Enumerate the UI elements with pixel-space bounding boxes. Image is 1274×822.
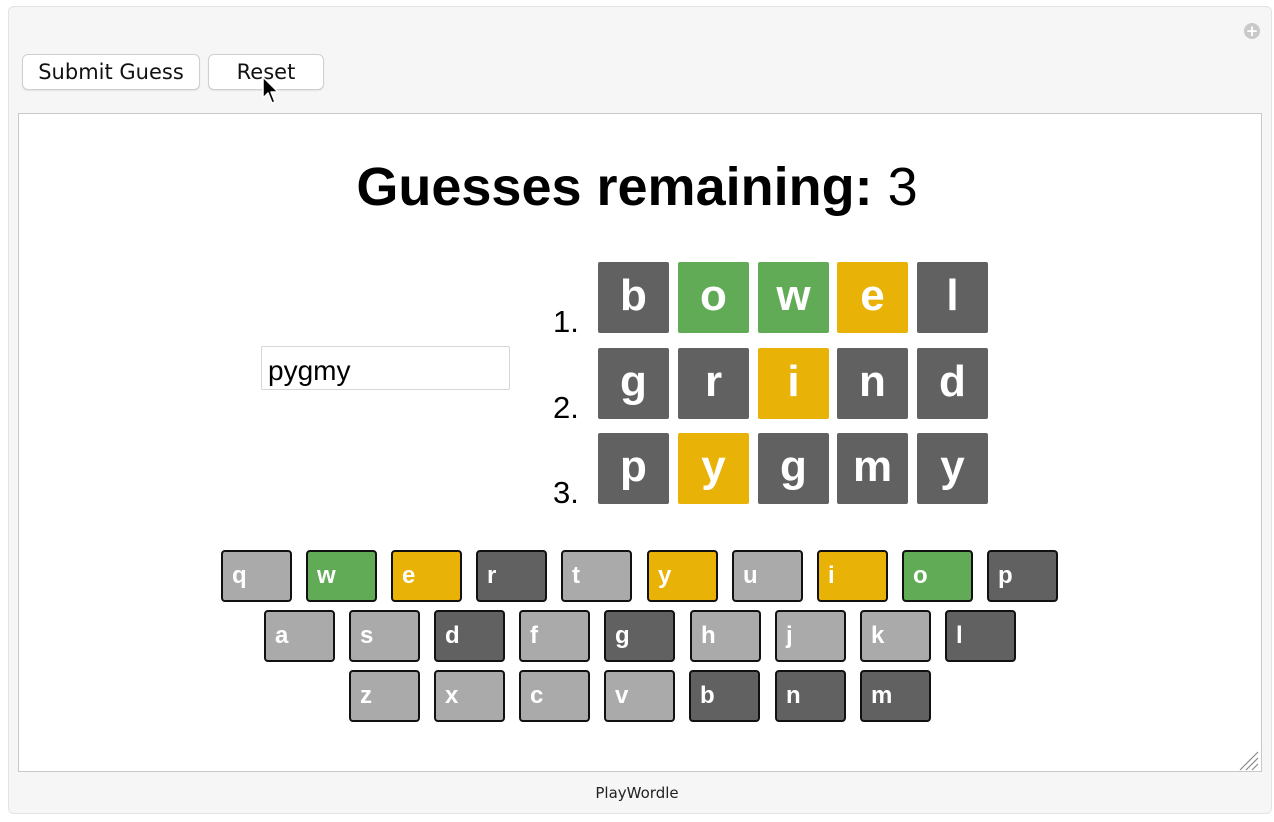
guess-tile: y [917, 433, 988, 504]
key-f[interactable]: f [519, 610, 590, 662]
key-o[interactable]: o [902, 550, 973, 602]
guess-tile: w [758, 262, 829, 333]
app-title-footer: PlayWordle [595, 784, 679, 802]
guess-tile: b [598, 262, 669, 333]
key-e[interactable]: e [391, 550, 462, 602]
guesses-remaining-heading: Guesses remaining: 3 [0, 155, 1274, 219]
guess-tile: g [758, 433, 829, 504]
key-v[interactable]: v [604, 670, 675, 722]
submit-guess-button[interactable]: Submit Guess [22, 54, 200, 90]
key-d[interactable]: d [434, 610, 505, 662]
guess-tile: i [758, 348, 829, 419]
resize-handle-icon[interactable] [1234, 746, 1260, 772]
close-icon[interactable]: + [1244, 23, 1260, 39]
key-l[interactable]: l [945, 610, 1016, 662]
guess-tile: y [678, 433, 749, 504]
key-h[interactable]: h [690, 610, 761, 662]
guess-tile: e [837, 262, 908, 333]
key-b[interactable]: b [689, 670, 760, 722]
key-y[interactable]: y [647, 550, 718, 602]
guess-tile: p [598, 433, 669, 504]
key-c[interactable]: c [519, 670, 590, 722]
guess-tile: l [917, 262, 988, 333]
guess-tile: o [678, 262, 749, 333]
key-n[interactable]: n [775, 670, 846, 722]
key-w[interactable]: w [306, 550, 377, 602]
guesses-remaining-label: Guesses remaining: [356, 157, 873, 217]
guesses-remaining-count: 3 [887, 157, 918, 217]
key-u[interactable]: u [732, 550, 803, 602]
guess-tile: g [598, 348, 669, 419]
guess-row-number: 1. [553, 304, 579, 339]
guess-row-number: 2. [553, 390, 579, 425]
key-q[interactable]: q [221, 550, 292, 602]
key-p[interactable]: p [987, 550, 1058, 602]
key-g[interactable]: g [604, 610, 675, 662]
key-m[interactable]: m [860, 670, 931, 722]
key-a[interactable]: a [264, 610, 335, 662]
key-z[interactable]: z [349, 670, 420, 722]
guess-tile: d [917, 348, 988, 419]
key-i[interactable]: i [817, 550, 888, 602]
key-r[interactable]: r [476, 550, 547, 602]
key-x[interactable]: x [434, 670, 505, 722]
guess-tile: m [837, 433, 908, 504]
key-t[interactable]: t [561, 550, 632, 602]
guess-tile: n [837, 348, 908, 419]
guess-row-number: 3. [553, 475, 579, 510]
guess-tile: r [678, 348, 749, 419]
key-s[interactable]: s [349, 610, 420, 662]
key-k[interactable]: k [860, 610, 931, 662]
key-j[interactable]: j [775, 610, 846, 662]
guess-input[interactable] [261, 346, 510, 390]
mouse-cursor-icon [262, 76, 279, 104]
